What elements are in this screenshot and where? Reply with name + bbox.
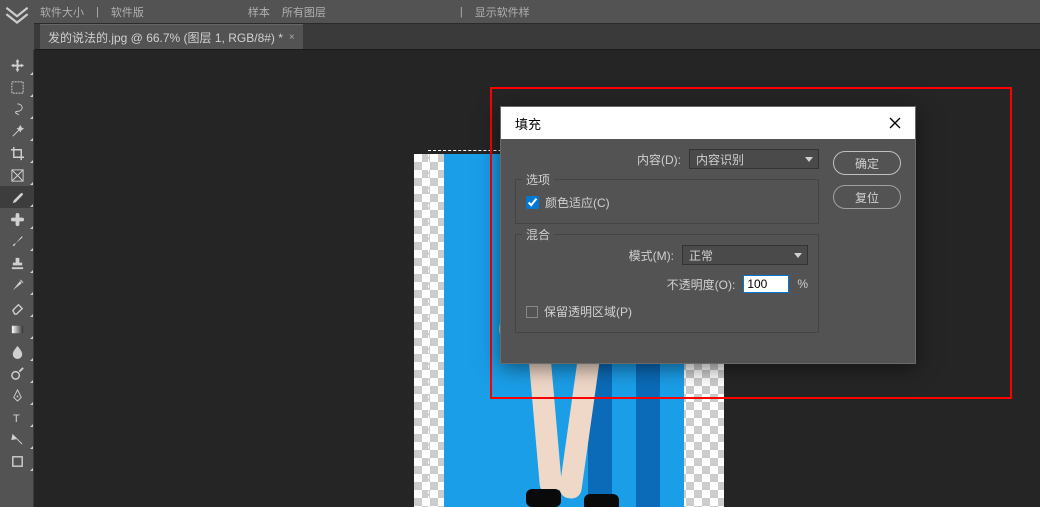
- percent-label: %: [797, 277, 808, 291]
- history-brush-tool[interactable]: [0, 274, 34, 296]
- tool-panel: T: [0, 50, 34, 507]
- canvas[interactable]: 填充 内容(D): 内容识别 选项 颜色适应(C): [34, 50, 1040, 507]
- wand-tool[interactable]: [0, 120, 34, 142]
- opt4[interactable]: 所有图层: [282, 4, 326, 20]
- document-tab[interactable]: 发的说法的.jpg @ 66.7% (图层 1, RGB/8#) * ×: [40, 24, 303, 49]
- eraser-tool[interactable]: [0, 296, 34, 318]
- gradient-tool[interactable]: [0, 318, 34, 340]
- marquee-tool[interactable]: [0, 76, 34, 98]
- blur-tool[interactable]: [0, 340, 34, 362]
- move-tool[interactable]: [0, 54, 34, 76]
- opacity-label: 不透明度(O):: [526, 276, 735, 293]
- lasso-tool[interactable]: [0, 98, 34, 120]
- reset-button[interactable]: 复位: [833, 185, 901, 209]
- frame-tool[interactable]: [0, 164, 34, 186]
- preserve-trans-checkbox[interactable]: 保留透明区域(P): [526, 303, 808, 320]
- opt1[interactable]: 软件大小: [40, 4, 84, 20]
- shape-tool[interactable]: [0, 450, 34, 472]
- content-select[interactable]: 内容识别: [689, 149, 819, 169]
- mode-select[interactable]: 正常: [682, 245, 808, 265]
- content-label: 内容(D):: [515, 151, 681, 168]
- heal-tool[interactable]: [0, 208, 34, 230]
- dodge-tool[interactable]: [0, 362, 34, 384]
- blend-legend: 混合: [522, 226, 554, 243]
- mode-label: 模式(M):: [526, 247, 674, 264]
- text-tool[interactable]: T: [0, 406, 34, 428]
- options-bar: 软件大小 | 软件版 样本 所有图层 | 显示软件样: [0, 0, 1040, 24]
- ok-button[interactable]: 确定: [833, 151, 901, 175]
- stamp-tool[interactable]: [0, 252, 34, 274]
- fill-dialog: 填充 内容(D): 内容识别 选项 颜色适应(C): [500, 106, 916, 364]
- document-tabs: 发的说法的.jpg @ 66.7% (图层 1, RGB/8#) * ×: [0, 24, 1040, 50]
- dialog-title: 填充: [515, 114, 541, 133]
- opt3[interactable]: 样本: [248, 4, 270, 20]
- path-tool[interactable]: [0, 428, 34, 450]
- crop-tool[interactable]: [0, 142, 34, 164]
- svg-text:T: T: [12, 413, 19, 425]
- opt2[interactable]: 软件版: [111, 4, 144, 20]
- options-legend: 选项: [522, 171, 554, 188]
- close-icon[interactable]: ×: [289, 32, 295, 43]
- tab-title: 发的说法的.jpg @ 66.7% (图层 1, RGB/8#) *: [48, 29, 283, 46]
- opt5[interactable]: 显示软件样: [475, 4, 530, 20]
- brush-tool[interactable]: [0, 230, 34, 252]
- pen-tool[interactable]: [0, 384, 34, 406]
- close-button[interactable]: [883, 111, 907, 135]
- expand-panel-icon[interactable]: [0, 0, 34, 24]
- color-adapt-checkbox[interactable]: 颜色适应(C): [526, 194, 808, 211]
- dialog-titlebar[interactable]: 填充: [501, 107, 915, 139]
- blend-fieldset: 混合 模式(M): 正常 不透明度(O): % 保留透明区域(: [515, 234, 819, 333]
- opacity-input[interactable]: [743, 275, 789, 293]
- eyedropper-tool[interactable]: [0, 186, 34, 208]
- options-fieldset: 选项 颜色适应(C): [515, 179, 819, 224]
